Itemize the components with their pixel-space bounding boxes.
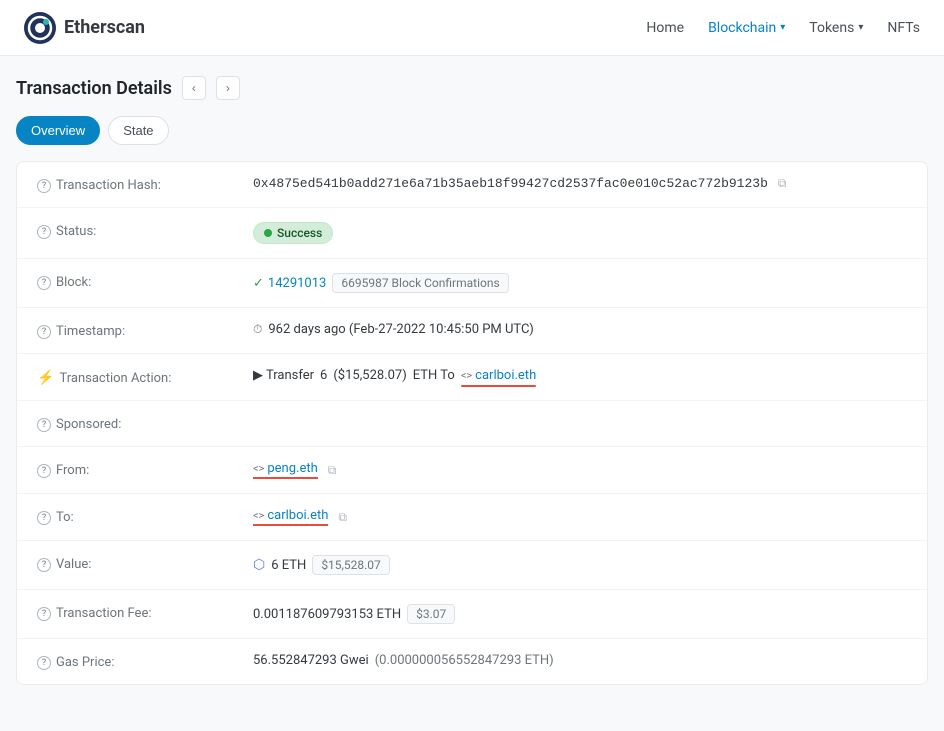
action-amount: 6 [320, 368, 327, 383]
page-wrapper: Transaction Details ‹ › Overview State ?… [0, 56, 944, 705]
value-info-icon: ? [37, 558, 51, 572]
action-recipient-link[interactable]: <> carlboi.eth [461, 368, 536, 383]
row-hash: ? Transaction Hash: 0x4875ed541b0add271e… [17, 162, 927, 208]
row-fee: ? Transaction Fee: 0.001187609793153 ETH… [17, 590, 927, 639]
action-value: ▶ Transfer 6 ($15,528.07) ETH To <> carl… [253, 368, 907, 383]
fee-label: ? Transaction Fee: [37, 604, 237, 621]
block-number-link[interactable]: ✓ 14291013 [253, 276, 326, 291]
block-info-icon: ? [37, 276, 51, 290]
tab-overview[interactable]: Overview [16, 116, 100, 145]
row-value: ? Value: ⬡ 6 ETH $15,528.07 [17, 541, 927, 590]
value-label: ? Value: [37, 555, 237, 572]
fee-eth: 0.001187609793153 ETH [253, 607, 401, 622]
fee-usd-badge: $3.07 [407, 604, 455, 624]
status-badge: Success [253, 222, 333, 244]
gas-label: ? Gas Price: [37, 653, 237, 670]
from-code-icon: <> [253, 462, 264, 475]
timestamp-value: ⏱ 962 days ago (Feb-27-2022 10:45:50 PM … [253, 322, 907, 337]
sponsored-label: ? Sponsored: [37, 415, 237, 432]
hash-label: ? Transaction Hash: [37, 176, 237, 193]
timestamp-label: ? Timestamp: [37, 322, 237, 339]
from-address-link[interactable]: <> peng.eth [253, 461, 318, 479]
status-info-icon: ? [37, 225, 51, 239]
timestamp-info-icon: ? [37, 325, 51, 339]
prev-button[interactable]: ‹ [182, 76, 206, 100]
action-label: ⚡ Transaction Action: [37, 368, 237, 386]
brand[interactable]: Etherscan [24, 12, 145, 44]
gas-eth: (0.000000056552847293 ETH) [375, 653, 554, 668]
fee-info-icon: ? [37, 607, 51, 621]
to-value: <> carlboi.eth ⧉ [253, 508, 907, 526]
transaction-card: ? Transaction Hash: 0x4875ed541b0add271e… [16, 161, 928, 685]
nav-blockchain[interactable]: Blockchain ▾ [708, 20, 785, 36]
tabs-row: Overview State [16, 116, 928, 145]
nav-nfts[interactable]: NFTs [887, 20, 920, 36]
gas-gwei: 56.552847293 Gwei [253, 653, 369, 668]
row-action: ⚡ Transaction Action: ▶ Transfer 6 ($15,… [17, 354, 927, 401]
row-timestamp: ? Timestamp: ⏱ 962 days ago (Feb-27-2022… [17, 308, 927, 354]
next-button[interactable]: › [216, 76, 240, 100]
fee-content: 0.001187609793153 ETH $3.07 [253, 604, 907, 624]
to-label: ? To: [37, 508, 237, 525]
hash-copy-icon[interactable]: ⧉ [778, 176, 787, 191]
block-confirmations-badge: 6695987 Block Confirmations [332, 273, 508, 293]
from-value: <> peng.eth ⧉ [253, 461, 907, 479]
gas-info-icon: ? [37, 656, 51, 670]
hash-text: 0x4875ed541b0add271e6a71b35aeb18f99427cd… [253, 176, 768, 191]
nav-tokens[interactable]: Tokens ▾ [809, 20, 863, 36]
to-copy-icon[interactable]: ⧉ [338, 510, 347, 525]
row-status: ? Status: Success [17, 208, 927, 259]
hash-value: 0x4875ed541b0add271e6a71b35aeb18f99427cd… [253, 176, 907, 191]
to-code-icon: <> [253, 509, 264, 522]
row-gas: ? Gas Price: 56.552847293 Gwei (0.000000… [17, 639, 927, 684]
lightning-icon: ⚡ [37, 370, 54, 386]
to-info-icon: ? [37, 511, 51, 525]
action-prefix: ▶ Transfer [253, 368, 314, 383]
recipient-code-icon: <> [461, 369, 472, 382]
value-usd-badge: $15,528.07 [312, 555, 389, 575]
action-currency: ETH To [413, 368, 455, 383]
value-eth: 6 ETH [271, 558, 306, 573]
success-dot [264, 229, 272, 237]
value-content: ⬡ 6 ETH $15,528.07 [253, 555, 907, 575]
navbar: Etherscan Home Blockchain ▾ Tokens ▾ NFT… [0, 0, 944, 56]
tokens-arrow-icon: ▾ [858, 22, 863, 33]
gas-content: 56.552847293 Gwei (0.000000056552847293 … [253, 653, 907, 668]
action-usd: ($15,528.07) [333, 368, 406, 383]
page-title: Transaction Details [16, 78, 172, 99]
block-label: ? Block: [37, 273, 237, 290]
clock-icon: ⏱ [253, 322, 262, 337]
row-to: ? To: <> carlboi.eth ⧉ [17, 494, 927, 541]
block-check-icon: ✓ [253, 276, 264, 291]
eth-icon: ⬡ [253, 557, 265, 573]
hash-info-icon: ? [37, 179, 51, 193]
to-address-link[interactable]: <> carlboi.eth [253, 508, 328, 526]
etherscan-logo [24, 12, 56, 44]
status-label: ? Status: [37, 222, 237, 239]
row-from: ? From: <> peng.eth ⧉ [17, 447, 927, 494]
blockchain-arrow-icon: ▾ [780, 22, 785, 33]
nav-menu: Home Blockchain ▾ Tokens ▾ NFTs [646, 20, 920, 36]
row-sponsored: ? Sponsored: [17, 401, 927, 447]
brand-name: Etherscan [64, 17, 145, 38]
sponsored-info-icon: ? [37, 418, 51, 432]
block-value: ✓ 14291013 6695987 Block Confirmations [253, 273, 907, 293]
from-info-icon: ? [37, 464, 51, 478]
status-value: Success [253, 222, 907, 244]
row-block: ? Block: ✓ 14291013 6695987 Block Confir… [17, 259, 927, 308]
from-copy-icon[interactable]: ⧉ [328, 463, 337, 478]
from-label: ? From: [37, 461, 237, 478]
tab-state[interactable]: State [108, 116, 168, 145]
page-title-row: Transaction Details ‹ › [16, 76, 928, 100]
nav-home[interactable]: Home [646, 20, 684, 36]
